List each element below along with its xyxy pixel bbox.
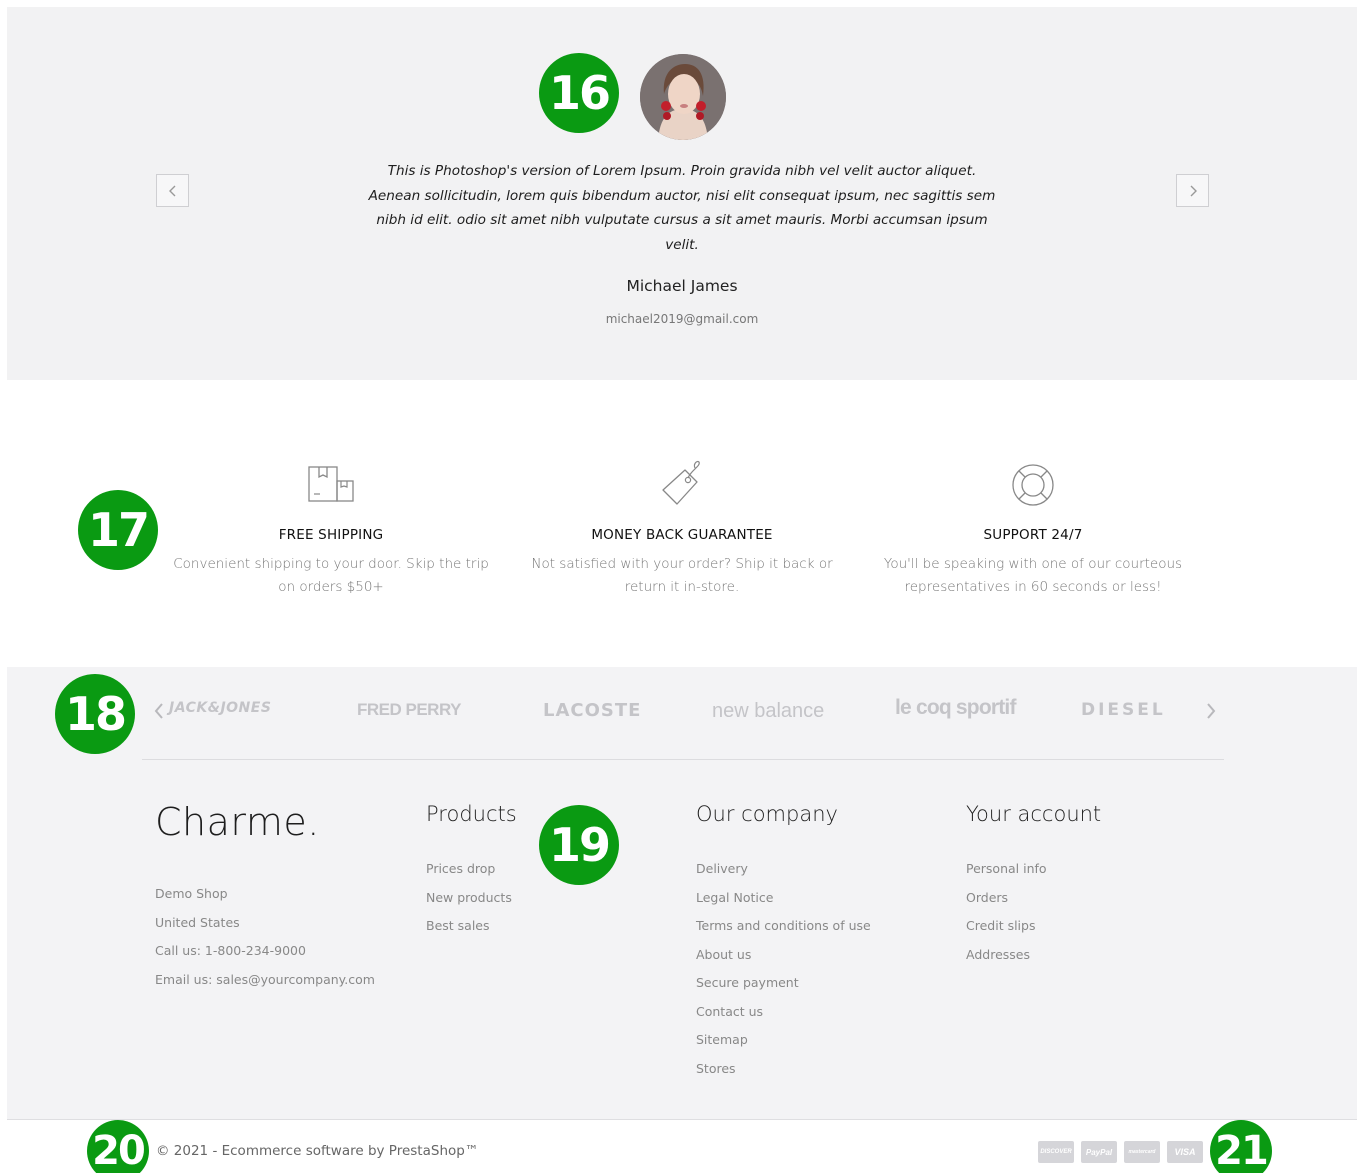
feature-description: Convenient shipping to your door. Skip t…	[171, 553, 491, 599]
testimonial-quote: This is Photoshop's version of Lorem Ips…	[368, 163, 996, 253]
footer-link[interactable]: Stores	[696, 1055, 871, 1084]
feature-title: SUPPORT 24/7	[983, 527, 1083, 543]
testimonial-author-name: Michael James	[626, 277, 738, 295]
shop-info-line: United States	[155, 914, 240, 930]
brand-logo[interactable]: JACK&JONES	[169, 700, 271, 716]
annotation-marker: 19	[539, 805, 619, 885]
shop-info-line: Email us: sales@yourcompany.com	[155, 971, 375, 987]
footer-divider	[7, 1119, 1357, 1120]
payment-mastercard-icon: mastercard	[1124, 1141, 1160, 1163]
footer-products-links: Prices drop New products Best sales	[426, 855, 512, 941]
testimonial-section: This is Photoshop's version of Lorem Ips…	[7, 7, 1357, 380]
feature-description: You'll be speaking with one of our court…	[873, 553, 1193, 599]
feature-title: MONEY BACK GUARANTEE	[591, 527, 773, 543]
testimonial-next-button[interactable]	[1176, 174, 1209, 207]
feature-description: Not satisfied with your order? Ship it b…	[522, 553, 842, 599]
feature-desc-line: representatives in 60 seconds or less!	[904, 579, 1162, 595]
footer-link[interactable]: Delivery	[696, 855, 871, 884]
feature-money-back: MONEY BACK GUARANTEE Not satisfied with …	[522, 455, 842, 599]
annotation-marker: 21	[1210, 1120, 1272, 1173]
chevron-left-icon	[154, 703, 163, 719]
footer-logo[interactable]: Charme.	[155, 800, 320, 844]
feature-free-shipping: FREE SHIPPING Convenient shipping to you…	[171, 455, 491, 599]
footer-company-links: Delivery Legal Notice Terms and conditio…	[696, 855, 871, 1083]
footer-company-title: Our company	[696, 802, 838, 826]
footer-link[interactable]: Terms and conditions of use	[696, 912, 871, 941]
footer-link[interactable]: Orders	[966, 884, 1047, 913]
brand-next-button[interactable]	[1205, 702, 1217, 726]
annotation-marker: 16	[539, 53, 619, 133]
footer-account-links: Personal info Orders Credit slips Addres…	[966, 855, 1047, 969]
price-tag-icon	[662, 460, 700, 505]
brand-carousel: JACK&JONES FRED PERRY LACOSTE new balanc…	[147, 692, 1227, 732]
testimonial-author-email: michael2019@gmail.com	[605, 312, 759, 326]
chevron-right-icon	[1190, 185, 1197, 196]
feature-title: FREE SHIPPING	[278, 527, 384, 543]
footer-products-title: Products	[426, 802, 517, 826]
brand-prev-button[interactable]	[153, 702, 165, 726]
feature-desc-line: on orders $50+	[278, 579, 384, 595]
footer-link[interactable]: Contact us	[696, 998, 871, 1027]
annotation-marker: 18	[55, 674, 135, 754]
footer-link[interactable]: About us	[696, 941, 871, 970]
feature-desc-line: You'll be speaking with one of our court…	[883, 556, 1183, 572]
brand-logo[interactable]: DIESEL	[1081, 700, 1166, 720]
annotation-marker: 17	[78, 490, 158, 570]
payment-paypal-icon: PayPal	[1081, 1141, 1117, 1163]
footer-link[interactable]: New products	[426, 884, 512, 913]
feature-desc-line: return it in-store.	[624, 579, 740, 595]
package-icon	[308, 466, 354, 502]
footer-account-title: Your account	[966, 802, 1102, 826]
footer-link[interactable]: Best sales	[426, 912, 512, 941]
payment-visa-icon: VISA	[1167, 1141, 1203, 1163]
shop-info-line: Demo Shop	[155, 886, 228, 901]
shop-info-line: Call us: 1-800-234-9000	[155, 943, 306, 958]
chevron-left-icon	[168, 185, 175, 196]
brand-logo[interactable]: LACOSTE	[543, 700, 641, 721]
brand-logo[interactable]: new balance	[712, 700, 824, 723]
annotation-marker: 20	[87, 1120, 149, 1173]
footer-link[interactable]: Credit slips	[966, 912, 1047, 941]
chevron-right-icon	[1207, 703, 1216, 719]
testimonial-prev-button[interactable]	[156, 174, 189, 207]
testimonial-avatar	[640, 54, 726, 140]
copyright-text: © 2021 - Ecommerce software by PrestaSho…	[156, 1143, 479, 1159]
footer-link[interactable]: Addresses	[966, 941, 1047, 970]
brand-divider	[142, 759, 1224, 760]
footer-link[interactable]: Personal info	[966, 855, 1047, 884]
footer-link[interactable]: Sitemap	[696, 1026, 871, 1055]
brand-logo[interactable]: FRED PERRY	[357, 700, 461, 720]
footer-shop-info: Demo Shop United States Call us: 1-800-2…	[155, 880, 375, 994]
lifebuoy-icon	[1012, 464, 1054, 506]
footer-link[interactable]: Prices drop	[426, 855, 512, 884]
feature-desc-line: Not satisfied with your order? Ship it b…	[531, 556, 833, 572]
brand-logo[interactable]: le coq sportif	[895, 696, 1016, 720]
footer-link[interactable]: Legal Notice	[696, 884, 871, 913]
feature-desc-line: Convenient shipping to your door. Skip t…	[173, 556, 489, 572]
footer-panel: JACK&JONES FRED PERRY LACOSTE new balanc…	[7, 667, 1357, 1120]
feature-support: SUPPORT 24/7 You'll be speaking with one…	[873, 455, 1193, 599]
payment-discover-icon: DISCOVER	[1038, 1141, 1074, 1163]
footer-link[interactable]: Secure payment	[696, 969, 871, 998]
